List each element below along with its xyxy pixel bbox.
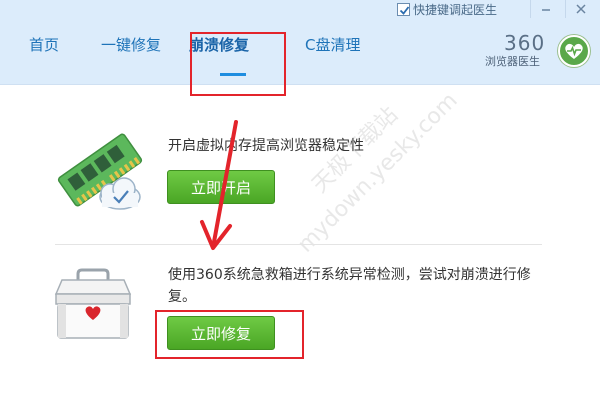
shortcut-label: 快捷键调起医生 <box>413 2 498 17</box>
tab-c-disk-cleanup[interactable]: C盘清理 <box>305 34 360 55</box>
tab-home[interactable]: 首页 <box>29 34 59 55</box>
annotation-arrow <box>200 120 238 250</box>
first-aid-box-icon <box>52 268 134 340</box>
title-bar: 快捷键调起医生 <box>0 0 600 20</box>
app-logo: 360 浏览器医生 <box>480 29 595 69</box>
heart-pulse-icon <box>558 35 590 67</box>
shortcut-checkbox[interactable] <box>397 2 410 16</box>
memory-card-icon <box>50 125 150 215</box>
close-icon <box>575 4 586 14</box>
minimize-button[interactable] <box>530 0 560 18</box>
section-divider <box>55 244 542 245</box>
annotation-box-button <box>155 310 304 359</box>
minimize-icon <box>541 9 550 11</box>
annotation-box-tab <box>190 32 286 96</box>
tab-one-click-repair[interactable]: 一键修复 <box>101 34 161 55</box>
shortcut-toggle[interactable]: 快捷键调起医生 <box>397 0 497 18</box>
logo-subtitle: 浏览器医生 <box>485 55 540 68</box>
header-bar: 快捷键调起医生 首页 一键修复 崩溃修复 C盘清理 360 浏览器医生 <box>0 0 600 85</box>
system-rescue-description: 使用360系统急救箱进行系统异常检测，尝试对崩溃进行修复。 <box>168 267 531 305</box>
logo-number: 360 <box>504 31 546 55</box>
close-button[interactable] <box>565 0 595 18</box>
watermark: 天极下载站 mydown.yesky.com <box>263 58 567 362</box>
